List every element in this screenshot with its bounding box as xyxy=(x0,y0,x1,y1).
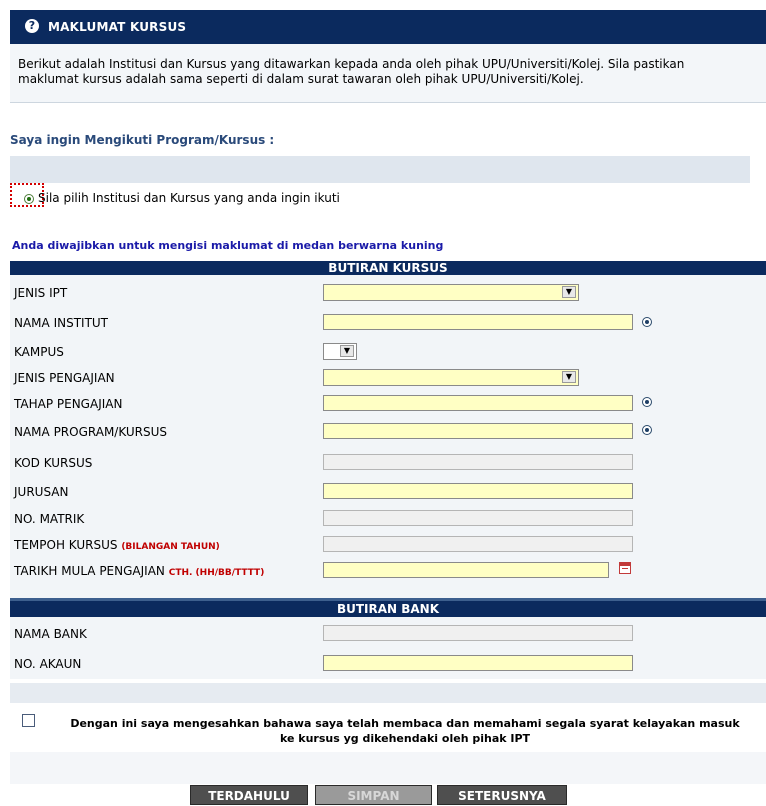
label-no-matrik: NO. MATRIK xyxy=(14,512,85,526)
tahap-picker-icon[interactable] xyxy=(642,397,652,407)
footer-band xyxy=(10,752,766,784)
tempoh-kursus-note: (BILANGAN TAHUN) xyxy=(121,542,220,552)
section-title: MAKLUMAT KURSUS xyxy=(48,20,187,34)
chevron-down-icon: ▼ xyxy=(562,286,576,298)
required-notice: Anda diwajibkan untuk mengisi maklumat d… xyxy=(12,239,444,252)
label-tempoh-kursus: TEMPOH KURSUS (BILANGAN TAHUN) xyxy=(14,538,220,552)
label-jurusan: JURUSAN xyxy=(14,485,69,499)
tahap-pengajian-field[interactable] xyxy=(323,395,633,411)
no-matrik-field xyxy=(323,510,633,526)
agreement-line-1: Dengan ini saya mengesahkan bahawa saya … xyxy=(70,717,740,730)
tarikh-mula-field[interactable] xyxy=(323,562,609,578)
jurusan-field[interactable] xyxy=(323,483,633,499)
agreement-checkbox[interactable] xyxy=(22,714,35,727)
agreement-line-2: ke kursus yg dikehendaki oleh pihak IPT xyxy=(279,732,531,745)
calendar-icon[interactable] xyxy=(619,562,631,574)
program-band xyxy=(10,156,750,183)
jenis-pengajian-select[interactable]: ▼ xyxy=(323,369,579,386)
label-kod-kursus: KOD KURSUS xyxy=(14,456,93,470)
choose-course-label: Sila pilih Institusi dan Kursus yang and… xyxy=(38,191,340,205)
tempoh-kursus-field xyxy=(323,536,633,552)
label-tahap-pengajian: TAHAP PENGAJIAN xyxy=(14,397,123,411)
nama-bank-field xyxy=(323,625,633,641)
intro-box: Berikut adalah Institusi dan Kursus yang… xyxy=(10,44,766,103)
separator-band xyxy=(10,683,766,703)
agreement-text: Dengan ini saya mengesahkan bahawa saya … xyxy=(47,716,763,746)
jenis-ipt-select[interactable]: ▼ xyxy=(323,284,579,301)
save-button[interactable]: SIMPAN xyxy=(315,785,432,805)
nama-institut-field[interactable] xyxy=(323,314,633,330)
label-jenis-pengajian: JENIS PENGAJIAN xyxy=(14,371,115,385)
program-picker-icon[interactable] xyxy=(642,425,652,435)
chevron-down-icon: ▼ xyxy=(562,371,576,383)
label-jenis-ipt: JENIS IPT xyxy=(14,286,68,300)
back-button[interactable]: TERDAHULU xyxy=(190,785,308,805)
program-heading: Saya ingin Mengikuti Program/Kursus : xyxy=(10,133,275,147)
no-akaun-field[interactable] xyxy=(323,655,633,671)
intro-text: Berikut adalah Institusi dan Kursus yang… xyxy=(18,57,685,86)
tempoh-kursus-text: TEMPOH KURSUS xyxy=(14,538,118,552)
label-no-akaun: NO. AKAUN xyxy=(14,657,82,671)
label-nama-institut: NAMA INSTITUT xyxy=(14,316,109,330)
institut-picker-icon[interactable] xyxy=(642,317,652,327)
kampus-select[interactable]: ▼ xyxy=(323,343,357,360)
next-button[interactable]: SETERUSNYA xyxy=(437,785,567,805)
course-details-header: BUTIRAN KURSUS xyxy=(10,261,766,275)
section-header: ? MAKLUMAT KURSUS xyxy=(10,10,766,44)
label-tarikh-mula: TARIKH MULA PENGAJIAN CTH. (HH/BB/TTTT) xyxy=(14,564,264,578)
choose-course-radio[interactable] xyxy=(24,194,34,204)
chevron-down-icon: ▼ xyxy=(340,345,354,357)
tarikh-mula-text: TARIKH MULA PENGAJIAN xyxy=(14,564,165,578)
label-nama-bank: NAMA BANK xyxy=(14,627,87,641)
label-nama-program: NAMA PROGRAM/KURSUS xyxy=(14,425,168,439)
nama-program-field[interactable] xyxy=(323,423,633,439)
kod-kursus-field xyxy=(323,454,633,470)
question-icon[interactable]: ? xyxy=(25,19,39,33)
tarikh-mula-note: CTH. (HH/BB/TTTT) xyxy=(168,568,265,578)
bank-details-header: BUTIRAN BANK xyxy=(10,598,766,617)
label-kampus: KAMPUS xyxy=(14,345,64,359)
